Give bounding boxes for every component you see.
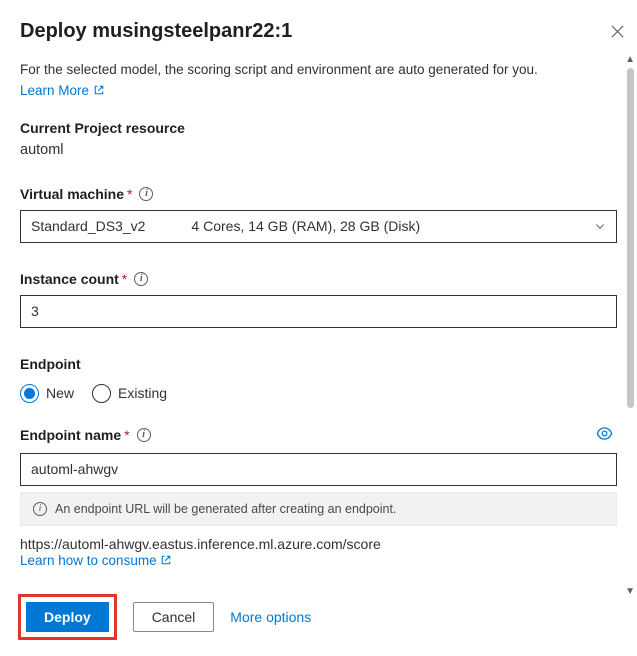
endpoint-radio-new[interactable]: New bbox=[20, 384, 74, 403]
endpoint-label: Endpoint bbox=[20, 356, 617, 372]
required-asterisk: * bbox=[127, 186, 132, 202]
close-icon bbox=[610, 24, 625, 39]
deploy-highlight-box: Deploy bbox=[18, 594, 117, 640]
cancel-button[interactable]: Cancel bbox=[133, 602, 215, 632]
learn-consume-label: Learn how to consume bbox=[20, 553, 157, 568]
scrollbar-thumb[interactable] bbox=[627, 68, 634, 408]
virtual-machine-label: Virtual machine * i bbox=[20, 186, 617, 202]
learn-more-label: Learn More bbox=[20, 83, 89, 98]
panel-title: Deploy musingsteelpanr22:1 bbox=[20, 20, 292, 43]
learn-consume-link[interactable]: Learn how to consume bbox=[20, 553, 172, 568]
required-asterisk: * bbox=[122, 271, 127, 287]
learn-more-link[interactable]: Learn More bbox=[20, 83, 105, 98]
scroll-down-arrow[interactable]: ▼ bbox=[625, 586, 635, 597]
instance-count-label: Instance count * i bbox=[20, 271, 617, 287]
instance-count-input[interactable] bbox=[20, 295, 617, 328]
more-options-link[interactable]: More options bbox=[230, 609, 311, 625]
external-link-icon bbox=[160, 554, 172, 566]
info-icon[interactable]: i bbox=[137, 428, 151, 442]
endpoint-name-label: Endpoint name * i bbox=[20, 427, 151, 443]
vm-selected-name: Standard_DS3_v2 bbox=[31, 218, 145, 234]
radio-icon bbox=[20, 384, 39, 403]
endpoint-url-preview: https://automl-ahwgv.eastus.inference.ml… bbox=[20, 536, 617, 552]
intro-description: For the selected model, the scoring scri… bbox=[20, 60, 617, 80]
radio-icon bbox=[92, 384, 111, 403]
info-icon[interactable]: i bbox=[134, 272, 148, 286]
endpoint-url-info: i An endpoint URL will be generated afte… bbox=[20, 492, 617, 526]
endpoint-name-input[interactable] bbox=[20, 453, 617, 486]
radio-label-new: New bbox=[46, 385, 74, 401]
required-asterisk: * bbox=[124, 427, 129, 443]
eye-icon bbox=[596, 425, 613, 442]
scroll-up-arrow[interactable]: ▲ bbox=[625, 54, 635, 65]
deploy-button[interactable]: Deploy bbox=[26, 602, 109, 632]
project-resource-value: automl bbox=[20, 142, 617, 158]
endpoint-info-message: An endpoint URL will be generated after … bbox=[55, 502, 396, 516]
project-resource-label: Current Project resource bbox=[20, 120, 617, 136]
vm-selected-spec: 4 Cores, 14 GB (RAM), 28 GB (Disk) bbox=[191, 218, 420, 234]
close-button[interactable] bbox=[606, 20, 629, 46]
endpoint-radio-existing[interactable]: Existing bbox=[92, 384, 167, 403]
info-icon: i bbox=[33, 502, 47, 516]
chevron-down-icon bbox=[594, 220, 606, 232]
visibility-toggle[interactable] bbox=[596, 425, 613, 445]
info-icon[interactable]: i bbox=[139, 187, 153, 201]
external-link-icon bbox=[93, 84, 105, 96]
virtual-machine-select[interactable]: Standard_DS3_v2 4 Cores, 14 GB (RAM), 28… bbox=[20, 210, 617, 243]
radio-label-existing: Existing bbox=[118, 385, 167, 401]
